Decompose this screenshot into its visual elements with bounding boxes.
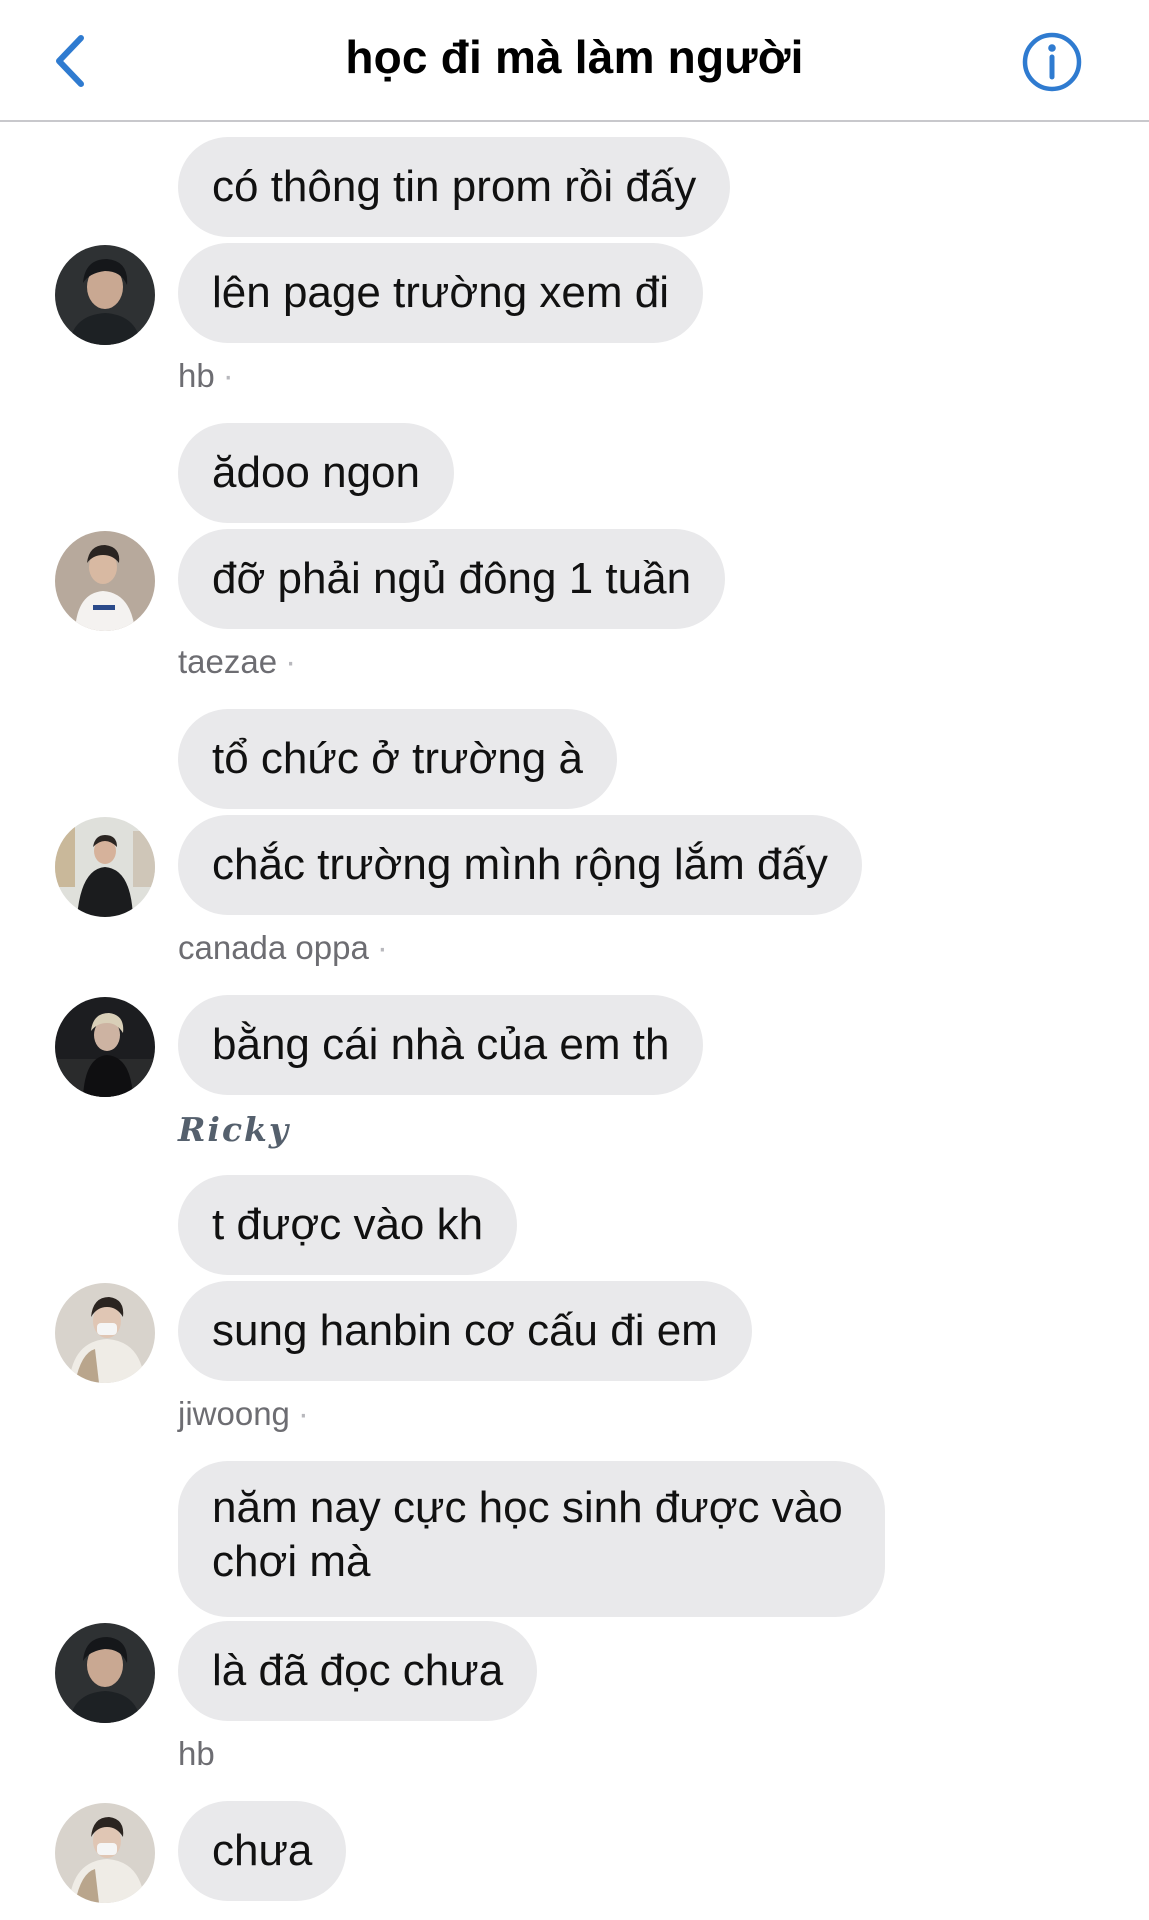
message-bubble[interactable]: chắc trường mình rộng lắm đấy (178, 815, 862, 915)
sender-name: hb · (178, 357, 234, 394)
avatar-photo (55, 531, 155, 631)
info-button[interactable] (1020, 30, 1084, 94)
message-bubble[interactable]: sung hanbin cơ cấu đi em (178, 1281, 752, 1381)
message-bubble[interactable]: là đã đọc chưa (178, 1621, 538, 1721)
avatar-photo (55, 1623, 155, 1723)
avatar[interactable] (55, 997, 155, 1097)
avatar-photo (55, 997, 155, 1097)
avatar-photo (55, 1283, 155, 1383)
avatar[interactable] (55, 1623, 155, 1723)
message-bubble[interactable]: bằng cái nhà của em th (178, 995, 704, 1095)
sender-name: taezae · (178, 643, 297, 680)
message-bubble[interactable]: đỡ phải ngủ đông 1 tuần (178, 529, 726, 629)
avatar-photo (55, 245, 155, 345)
sender-name: jiwoong · (178, 1395, 309, 1432)
chat-header: học đi mà làm người (0, 0, 1149, 122)
sender-name: Ricky (178, 1110, 291, 1149)
message-bubble[interactable]: năm nay cực học sinh được vào chơi mà (178, 1461, 885, 1617)
avatar[interactable] (55, 817, 155, 917)
avatar[interactable] (55, 531, 155, 631)
avatar[interactable] (55, 1803, 155, 1903)
avatar[interactable] (55, 245, 155, 345)
message-bubble[interactable]: tổ chức ở trường à (178, 709, 617, 809)
message-bubble[interactable]: chưa (178, 1801, 347, 1901)
avatar[interactable] (55, 1283, 155, 1383)
info-icon (1022, 32, 1082, 92)
sender-name: hb (178, 1735, 215, 1772)
message-bubble[interactable]: t được vào kh (178, 1175, 518, 1275)
chat-title: học đi mà làm người (345, 31, 804, 83)
message-bubble[interactable]: lên page trường xem đi (178, 243, 703, 343)
sender-name: canada oppa · (178, 929, 388, 966)
avatar-photo (55, 817, 155, 917)
avatar-photo (55, 1803, 155, 1903)
message-bubble[interactable]: có thông tin prom rồi đấy (178, 137, 731, 237)
message-bubble[interactable]: ădoo ngon (178, 423, 454, 523)
